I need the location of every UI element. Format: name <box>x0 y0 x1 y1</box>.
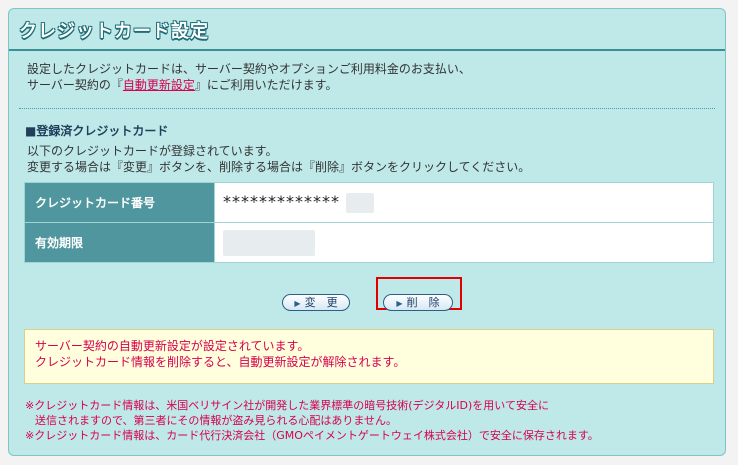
panel-header: クレジットカード設定 <box>9 9 725 51</box>
security-footnotes: ※クレジットカード情報は、米国ベリサイン社が開発した業界標準の暗号技術(デジタル… <box>25 398 599 443</box>
card-number-value: ************* <box>223 191 340 211</box>
intro-line-2-before: サーバー契約の『 <box>27 78 123 92</box>
card-info-table: クレジットカード番号 ************* 有効期限 <box>24 182 714 263</box>
redacted-block <box>345 193 374 214</box>
expiry-label: 有効期限 <box>24 222 215 263</box>
description-line-1: 以下のクレジットカードが登録されています。 <box>27 144 278 158</box>
auto-renew-notice: サーバー契約の自動更新設定が設定されています。 クレジットカード情報を削除すると… <box>24 329 714 384</box>
change-button[interactable]: ▶ 変 更 <box>282 294 350 311</box>
registered-card-heading: ■登録済クレジットカード <box>25 124 169 138</box>
delete-button-label: 削 除 <box>406 296 440 309</box>
footnote-line-3: ※クレジットカード情報は、カード代行決済会社（GMOペイメントゲートウェイ株式会… <box>25 429 599 442</box>
divider <box>19 108 715 109</box>
table-row: クレジットカード番号 ************* <box>24 182 714 223</box>
page-title: クレジットカード設定 <box>19 21 209 42</box>
intro-line-2-after: 』にご利用いただけます。 <box>194 78 338 92</box>
intro-line-1: 設定したクレジットカードは、サーバー契約やオプションご利用料金のお支払い、 <box>27 62 471 76</box>
table-row: 有効期限 <box>24 222 714 263</box>
play-arrow-icon: ▶ <box>294 299 301 308</box>
footnote-line-1: ※クレジットカード情報は、米国ベリサイン社が開発した業界標準の暗号技術(デジタル… <box>25 399 549 412</box>
change-button-label: 変 更 <box>304 296 338 309</box>
intro-text: 設定したクレジットカードは、サーバー契約やオプションご利用料金のお支払い、 サー… <box>27 61 471 93</box>
redacted-expiry-block <box>223 229 315 256</box>
card-number-cell: ************* <box>214 182 714 223</box>
play-arrow-icon: ▶ <box>396 299 403 308</box>
card-number-label: クレジットカード番号 <box>24 182 215 223</box>
notice-line-2: クレジットカード情報を削除すると、自動更新設定が解除されます。 <box>35 355 406 369</box>
description-line-2: 変更する場合は『変更』ボタンを、削除する場合は『削除』ボタンをクリックしてくださ… <box>27 160 531 174</box>
credit-card-settings-panel: クレジットカード設定 設定したクレジットカードは、サーバー契約やオプションご利用… <box>8 8 726 456</box>
delete-button[interactable]: ▶ 削 除 <box>383 294 453 311</box>
intro-line-2: サーバー契約の『自動更新設定』にご利用いただけます。 <box>27 77 471 93</box>
expiry-cell <box>214 222 714 263</box>
notice-line-1: サーバー契約の自動更新設定が設定されています。 <box>35 339 310 353</box>
registered-card-description: 以下のクレジットカードが登録されています。 変更する場合は『変更』ボタンを、削除… <box>27 143 530 175</box>
footnote-line-2: 送信されますので、第三者にその情報が盗み見られる心配はありません。 <box>35 414 398 427</box>
auto-renew-settings-link[interactable]: 自動更新設定 <box>123 78 195 92</box>
